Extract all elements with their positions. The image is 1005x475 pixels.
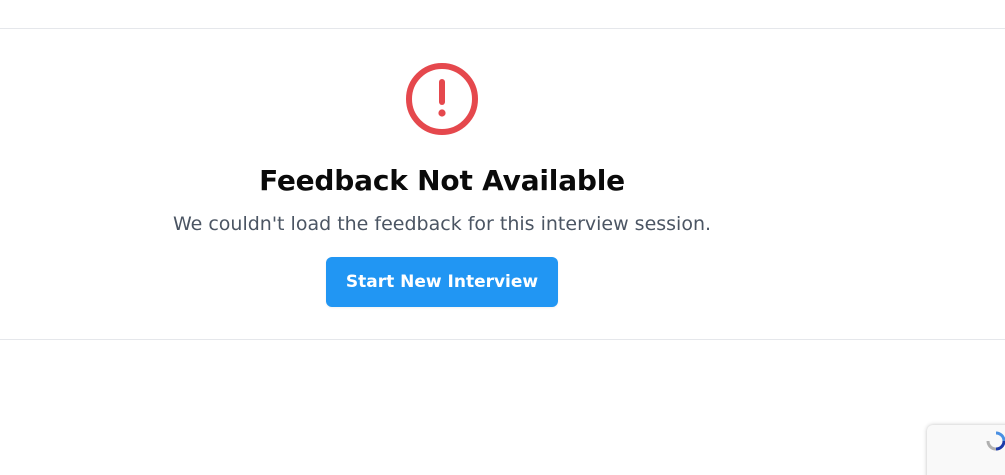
- recaptcha-badge[interactable]: [927, 425, 1005, 475]
- alert-circle-icon: [406, 63, 478, 135]
- error-message: We couldn't load the feedback for this i…: [172, 213, 712, 235]
- page: Feedback Not Available We couldn't load …: [0, 0, 1005, 475]
- error-title: Feedback Not Available: [259, 164, 625, 197]
- recaptcha-icon: [983, 431, 1005, 451]
- error-panel: Feedback Not Available We couldn't load …: [0, 29, 884, 339]
- bottom-divider: [0, 339, 1005, 340]
- start-new-interview-button[interactable]: Start New Interview: [325, 257, 559, 307]
